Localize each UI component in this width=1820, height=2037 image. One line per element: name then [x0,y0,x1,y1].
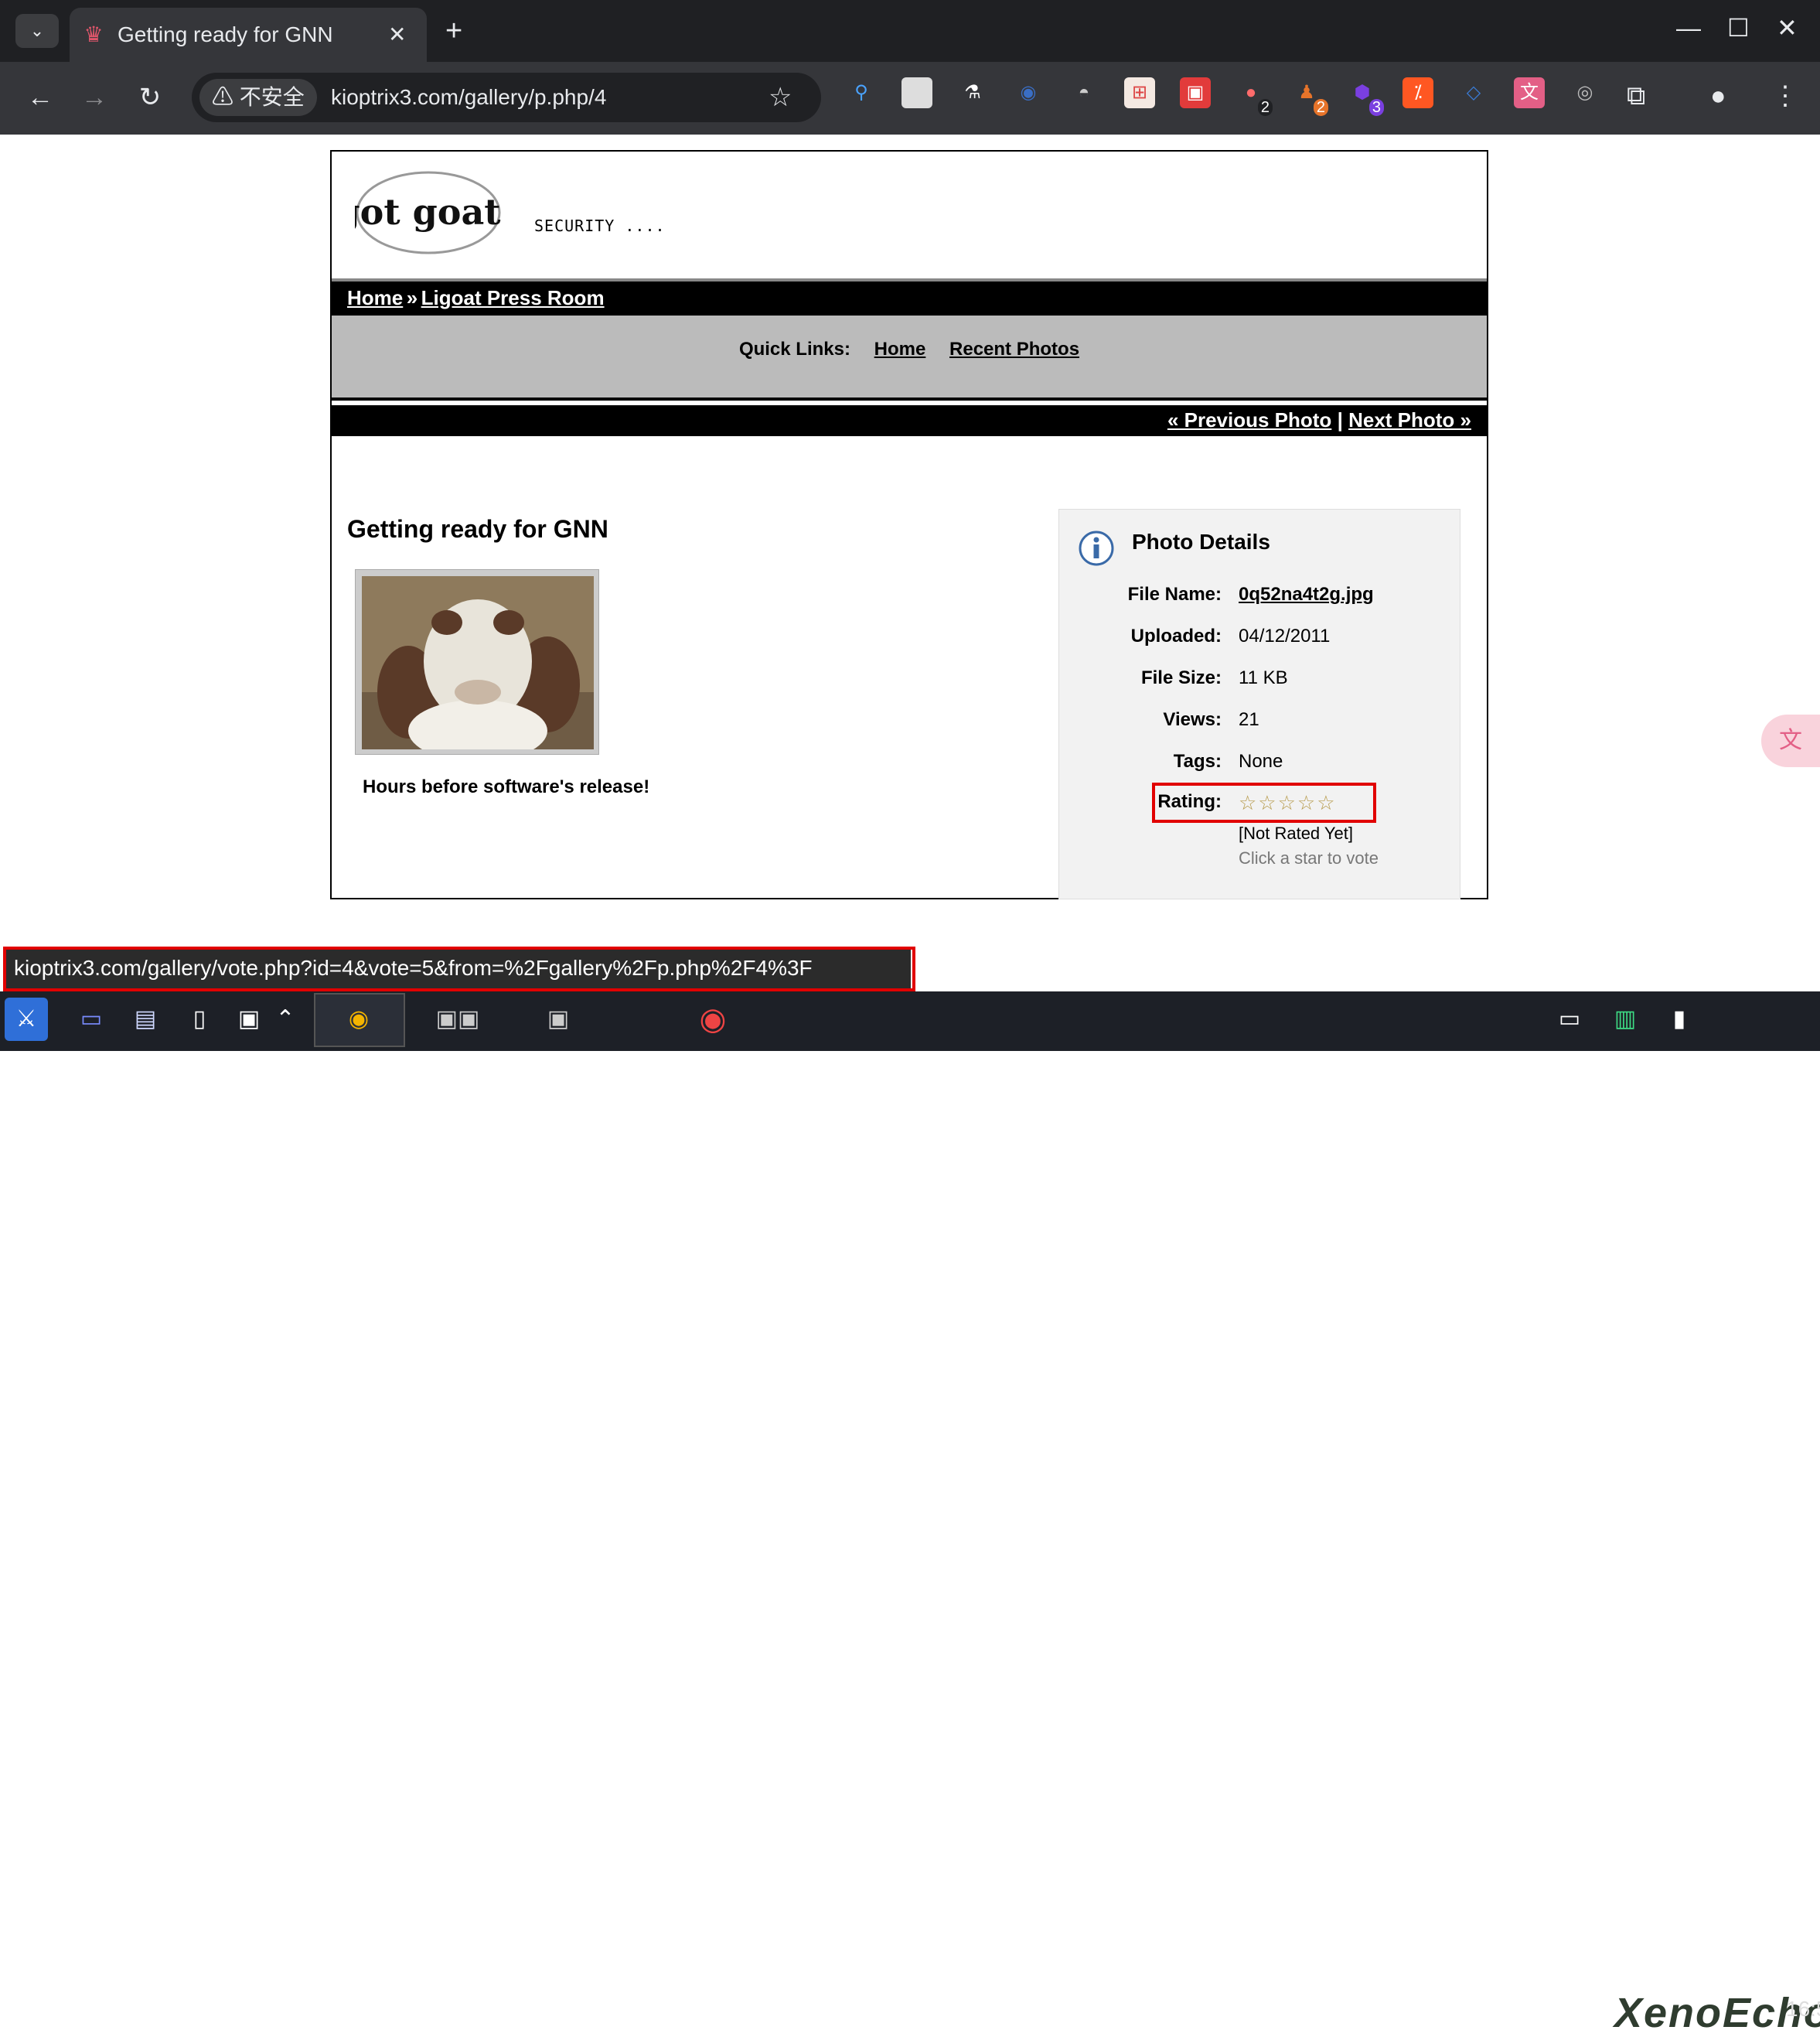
card-extension-icon[interactable] [901,77,932,108]
burp-extension-icon[interactable]: ♟ 2 [1291,77,1328,116]
views-label: Views: [1163,709,1222,730]
shape-extension-icon[interactable]: ◇ [1458,77,1489,108]
previous-photo-link[interactable]: « Previous Photo [1167,408,1331,432]
start-menu-icon[interactable]: ⚔ [5,998,48,1041]
tags-label: Tags: [1173,751,1222,772]
text-editor-icon[interactable]: ▯ [178,998,221,1041]
address-bar[interactable]: ⚠ 不安全 kioptrix3.com/gallery/p.php/4 ☆ [192,73,821,122]
close-window-button[interactable]: ✕ [1777,12,1798,43]
browser-chrome: ⌄ ♛ Getting ready for GNN ✕ + — ☐ ✕ ← → … [0,0,1820,135]
maximize-button[interactable]: ☐ [1727,12,1750,43]
detail-row-views: Views: 21 [1059,709,1461,737]
tab-close-icon[interactable]: ✕ [388,22,406,48]
quick-links-bar: Quick Links: Home Recent Photos [332,316,1487,401]
photo-image[interactable] [355,569,599,755]
got-goat-logo: got goat? [355,171,502,254]
translate-extension-icon[interactable]: ⁒ [1402,77,1433,108]
translate-side-button[interactable]: 文 [1761,715,1820,767]
detail-row-tags: Tags: None [1059,751,1461,779]
not-rated-text: [Not Rated Yet] [1239,824,1353,843]
quick-link-recent-photos[interactable]: Recent Photos [949,339,1079,360]
terminal-window-icon[interactable]: ▣ [537,998,580,1041]
breadcrumb: Home » Ligoat Press Room [332,278,1487,316]
uploaded-value: 04/12/2011 [1239,626,1331,647]
quick-links-label: Quick Links: [738,339,850,360]
file-manager-icon[interactable]: ▤ [124,998,167,1041]
location-pin-extension-icon[interactable]: ⚲ [846,77,877,108]
tags-value: None [1239,751,1283,772]
detail-row-file-size: File Size: 11 KB [1059,667,1461,695]
language-extension-icon[interactable]: 文 [1514,77,1545,108]
new-tab-button[interactable]: + [445,15,462,46]
network-extension-icon[interactable]: ⊞ [1124,77,1155,108]
photo-nav-separator: | [1337,408,1343,432]
terminal-window-group-icon[interactable]: ▣▣ [418,998,498,1041]
site-slogan: SECURITY .... [534,217,666,235]
battery-icon[interactable]: ▮ [1658,998,1701,1041]
url-text[interactable]: kioptrix3.com/gallery/p.php/4 [331,82,606,113]
circle-extension-icon[interactable]: ◎ [1569,77,1600,108]
chrome-icon[interactable]: ◉ [337,998,380,1041]
goat-photo [362,576,594,749]
vote-hint: Click a star to vote [1239,848,1379,868]
bookmark-star-icon[interactable]: ☆ [769,80,792,114]
terminal-icon[interactable]: ▣ [227,998,271,1041]
next-photo-link[interactable]: Next Photo » [1348,408,1471,432]
network-icon[interactable]: ▥ [1604,998,1647,1041]
security-chip[interactable]: ⚠ 不安全 [199,79,317,116]
photo-caption: Hours before software's release! [363,776,650,797]
file-size-value: 11 KB [1239,667,1288,688]
display-icon[interactable]: ▭ [1548,998,1591,1041]
eye-extension-icon[interactable]: ◉ [1013,77,1044,108]
breadcrumb-separator: » [406,286,418,309]
clock: 16:57 [1786,1997,1820,2021]
breadcrumb-home-link[interactable]: Home [347,286,403,309]
cookie-extension-icon[interactable]: ● 2 [1235,77,1273,116]
views-value: 21 [1239,709,1259,730]
flask-extension-icon[interactable]: ⚗ [957,77,988,108]
photo-details-title: Photo Details [1132,530,1270,554]
tab-active[interactable]: ♛ Getting ready for GNN ✕ [70,8,427,62]
extensions-puzzle-icon[interactable]: ⧉ [1627,80,1645,111]
photo-details-panel: Photo Details File Name: 0q52na4t2g.jpg … [1058,509,1460,899]
desktop-icon[interactable]: ▭ [70,998,113,1041]
minimize-button[interactable]: — [1676,12,1701,43]
status-highlight-box [3,947,915,991]
chrome-launcher-icon[interactable]: ◉ [691,998,734,1041]
menu-kebab-icon[interactable]: ⋮ [1772,80,1798,111]
detail-row-uploaded: Uploaded: 04/12/2011 [1059,626,1461,653]
rating-highlight-box [1152,783,1376,823]
uploaded-label: Uploaded: [1130,626,1222,647]
goat-favicon-icon: ♛ [84,22,104,46]
tab-title: Getting ready for GNN [118,22,333,46]
file-name-label: File Name: [1127,584,1222,605]
chevron-up-icon[interactable]: ⌃ [274,998,297,1041]
hexagon-extension-icon[interactable]: ⬢ 3 [1347,77,1384,116]
cube-extension-icon[interactable]: ▣ [1180,77,1211,108]
hat-extension-icon[interactable]: ◓ [1068,77,1099,108]
reload-icon[interactable]: ↻ [133,80,167,114]
info-icon [1079,531,1114,566]
detail-row-file-name: File Name: 0q52na4t2g.jpg [1059,584,1461,612]
file-name-link[interactable]: 0q52na4t2g.jpg [1239,584,1374,606]
taskbar: ⚔ ▭ ▤ ▯ ▣ ⌃ ◉ ▣▣ ▣ ◉ ▭ ▥ ▮ XenoEcho 16:5… [0,991,1820,2036]
photo-title: Getting ready for GNN [347,515,608,543]
quick-link-home[interactable]: Home [874,339,926,360]
profile-icon[interactable]: ● [1710,80,1726,111]
breadcrumb-album-link[interactable]: Ligoat Press Room [421,286,605,309]
tab-search-button[interactable]: ⌄ [15,14,59,48]
photo-navigation: « Previous Photo | Next Photo » [332,405,1487,436]
file-size-label: File Size: [1140,667,1222,688]
back-icon[interactable]: ← [23,80,57,114]
forward-icon[interactable]: → [77,80,111,114]
tab-strip: ⌄ ♛ Getting ready for GNN ✕ + — ☐ ✕ [0,0,1820,62]
svg-text:got goat?: got goat? [355,191,502,233]
